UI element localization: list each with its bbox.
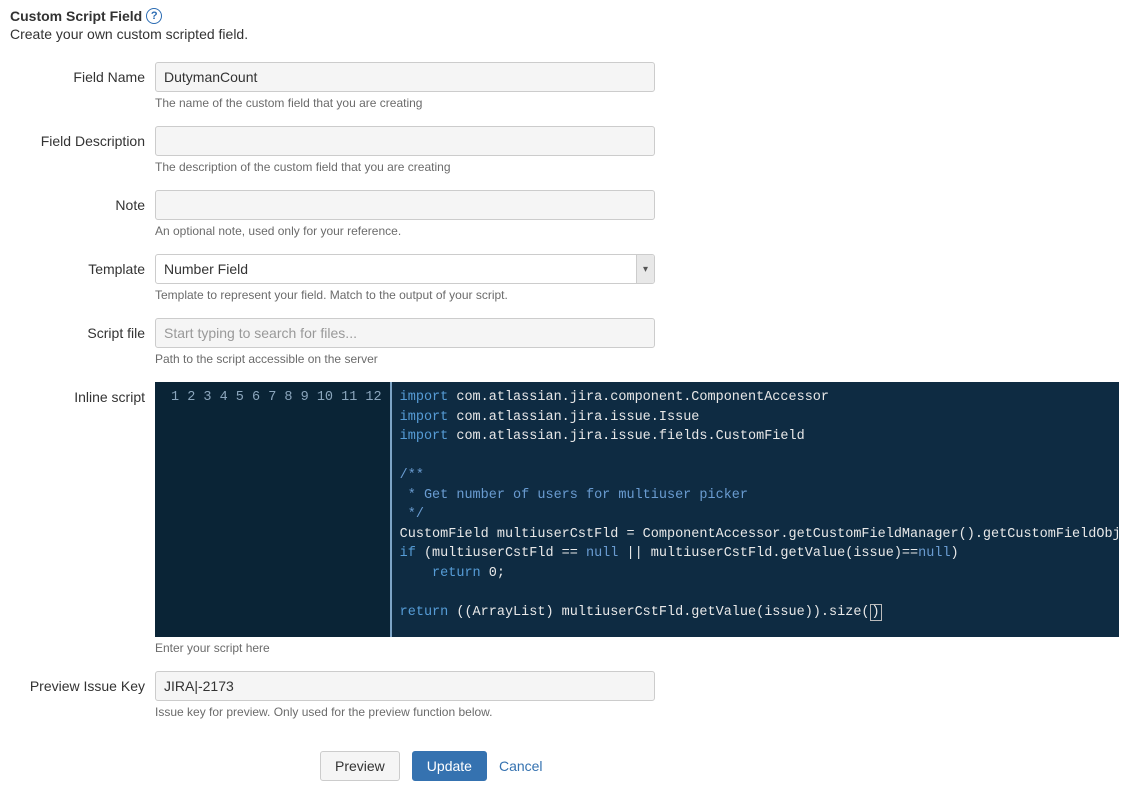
inline-script-hint: Enter your script here <box>155 641 1119 655</box>
preview-issue-key-label: Preview Issue Key <box>10 671 155 694</box>
field-name-label: Field Name <box>10 62 155 85</box>
field-description-label: Field Description <box>10 126 155 149</box>
preview-button[interactable]: Preview <box>320 751 400 781</box>
page-subtitle: Create your own custom scripted field. <box>10 26 1119 42</box>
template-label: Template <box>10 254 155 277</box>
code-gutter: 1 2 3 4 5 6 7 8 9 10 11 12 <box>155 382 392 637</box>
update-button[interactable]: Update <box>412 751 487 781</box>
preview-issue-key-input[interactable] <box>155 671 655 701</box>
inline-script-label: Inline script <box>10 382 155 405</box>
field-description-hint: The description of the custom field that… <box>155 160 655 174</box>
note-hint: An optional note, used only for your ref… <box>155 224 655 238</box>
field-name-hint: The name of the custom field that you ar… <box>155 96 655 110</box>
template-hint: Template to represent your field. Match … <box>155 288 655 302</box>
note-label: Note <box>10 190 155 213</box>
cancel-link[interactable]: Cancel <box>499 758 543 774</box>
script-file-label: Script file <box>10 318 155 341</box>
code-content[interactable]: import com.atlassian.jira.component.Comp… <box>392 382 1119 637</box>
page-heading: Custom Script Field ? <box>10 8 1119 24</box>
help-icon[interactable]: ? <box>146 8 162 24</box>
code-editor[interactable]: 1 2 3 4 5 6 7 8 9 10 11 12 import com.at… <box>155 382 1119 637</box>
script-file-input[interactable] <box>155 318 655 348</box>
field-description-input[interactable] <box>155 126 655 156</box>
template-select[interactable]: Number Field <box>155 254 655 284</box>
note-input[interactable] <box>155 190 655 220</box>
preview-issue-key-hint: Issue key for preview. Only used for the… <box>155 705 655 719</box>
field-name-input[interactable] <box>155 62 655 92</box>
page-title: Custom Script Field <box>10 8 142 24</box>
script-file-hint: Path to the script accessible on the ser… <box>155 352 655 366</box>
